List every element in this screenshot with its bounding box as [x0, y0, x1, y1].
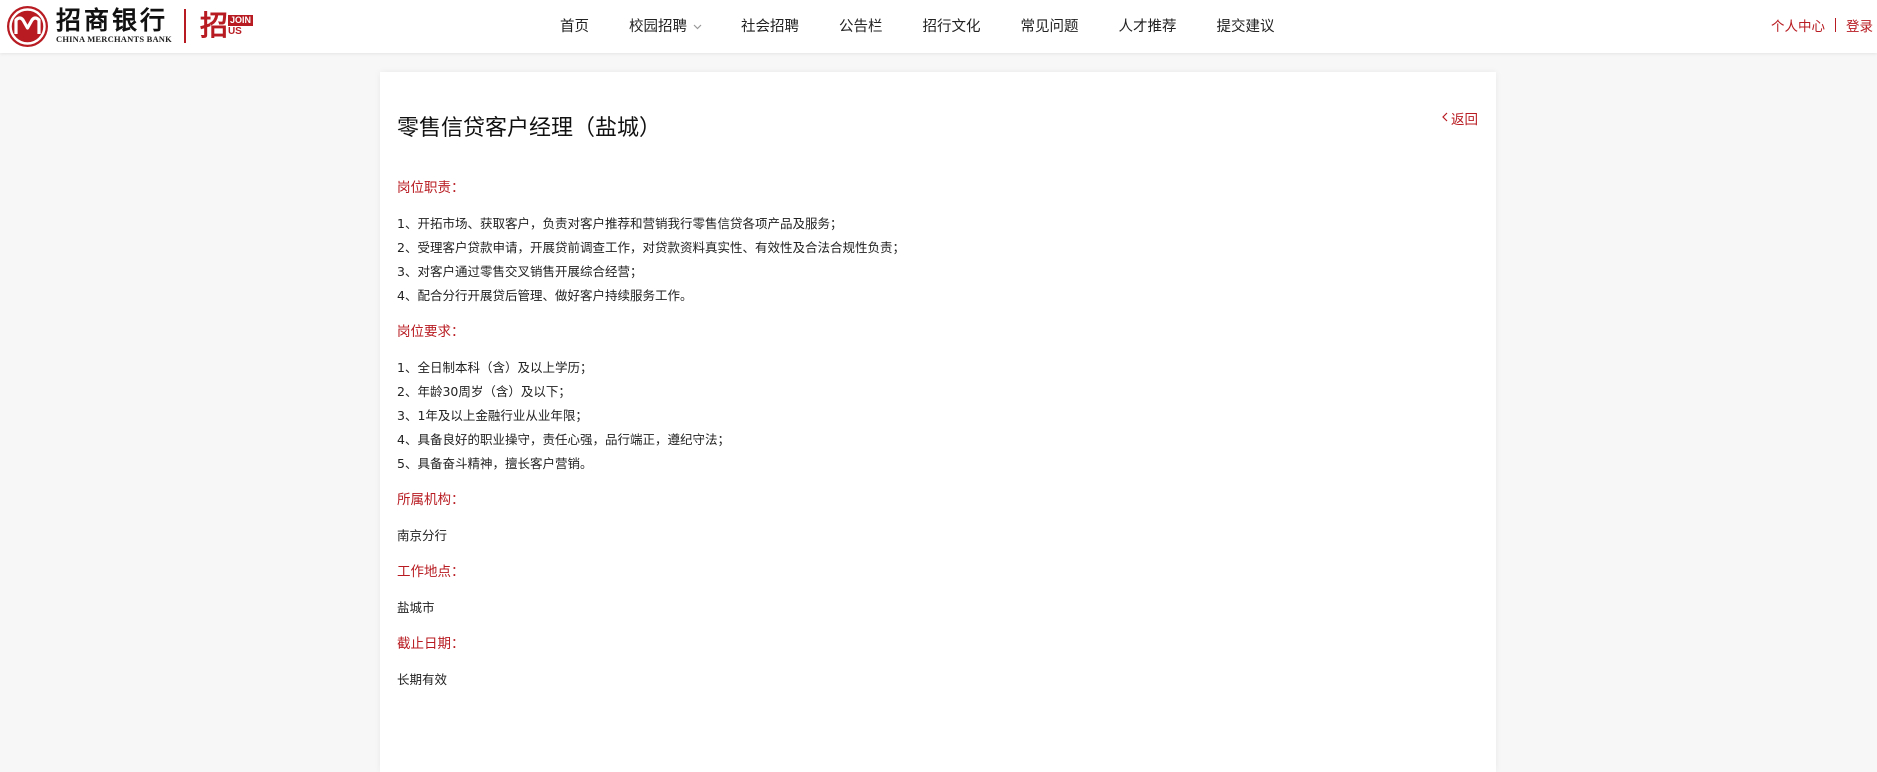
section-line: 南京分行 [397, 528, 448, 543]
logo-chinese-name: 招商银行 [56, 6, 169, 35]
user-links-divider [1835, 18, 1836, 32]
section-line: 3、1年及以上金融行业从业年限； [397, 408, 588, 423]
nav-item-home[interactable]: 首页 [560, 15, 589, 36]
nav-item-social-recruitment[interactable]: 社会招聘 [741, 15, 799, 36]
section-requirements: 岗位要求： 1、全日制本科（含）及以上学历； 2、年龄30周岁（含）及以下； 3… [397, 320, 1457, 476]
chevron-down-icon [693, 18, 702, 34]
nav-item-label: 社会招聘 [741, 18, 799, 35]
join-us-logo: 招 JOIN US [200, 11, 253, 41]
nav-item-label: 人才推荐 [1118, 18, 1177, 35]
user-center-link[interactable]: 个人中心 [1771, 15, 1825, 35]
section-line: 3、对客户通过零售交叉销售开展综合经营； [397, 264, 643, 279]
nav-item-label: 提交建议 [1216, 18, 1275, 35]
site-header: 招商银行 CHINA MERCHANTS BANK 招 JOIN US 首页 校… [0, 0, 1877, 53]
section-line: 长期有效 [397, 672, 448, 687]
back-button[interactable]: 返回 [1442, 108, 1478, 128]
nav-item-label: 首页 [560, 18, 589, 35]
section-line: 盐城市 [397, 600, 435, 615]
back-label: 返回 [1451, 112, 1478, 128]
section-heading: 截止日期： [397, 636, 465, 652]
join-logo-us: US [227, 26, 242, 37]
section-line: 1、全日制本科（含）及以上学历； [397, 360, 593, 375]
nav-item-referral[interactable]: 人才推荐 [1119, 15, 1177, 36]
section-line: 2、年龄30周岁（含）及以下； [397, 384, 571, 399]
section-work-location: 工作地点： 盐城市 [397, 560, 1457, 620]
section-organization: 所属机构： 南京分行 [397, 488, 1457, 548]
nav-item-label: 常见问题 [1020, 18, 1079, 35]
section-heading: 岗位要求： [397, 324, 465, 340]
job-title: 零售信贷客户经理（盐城） [397, 116, 662, 141]
join-logo-box: JOIN US [227, 15, 253, 37]
nav-item-label: 公告栏 [839, 18, 883, 35]
job-body: 岗位职责： 1、开拓市场、获取客户，负责对客户推荐和营销我行零售信贷各项产品及服… [397, 176, 1457, 704]
logo-text: 招商银行 CHINA MERCHANTS BANK [56, 7, 172, 45]
section-line: 5、具备奋斗精神，擅长客户营销。 [397, 456, 593, 471]
nav-item-culture[interactable]: 招行文化 [923, 15, 981, 36]
nav-item-label: 校园招聘 [629, 18, 687, 35]
chevron-left-icon [1442, 110, 1448, 126]
section-heading: 所属机构： [397, 492, 465, 508]
job-detail-card: 返回 零售信贷客户经理（盐城） 岗位职责： 1、开拓市场、获取客户，负责对客户推… [380, 72, 1496, 772]
section-line: 4、具备良好的职业操守，责任心强，品行端正，遵纪守法； [397, 432, 730, 447]
section-line: 4、配合分行开展贷后管理、做好客户持续服务工作。 [397, 288, 693, 303]
nav-item-suggestion[interactable]: 提交建议 [1217, 15, 1275, 36]
section-line: 2、受理客户贷款申请，开展贷前调查工作，对贷款资料真实性、有效性及合法合规性负责… [397, 240, 905, 255]
user-links: 个人中心 登录 [1771, 15, 1873, 35]
cmb-logo-icon [7, 5, 48, 47]
nav-item-campus-recruitment[interactable]: 校园招聘 [629, 15, 702, 36]
section-heading: 工作地点： [397, 564, 465, 580]
nav-item-faq[interactable]: 常见问题 [1021, 15, 1079, 36]
join-logo-character: 招 [199, 9, 228, 42]
section-responsibilities: 岗位职责： 1、开拓市场、获取客户，负责对客户推荐和营销我行零售信贷各项产品及服… [397, 176, 1457, 308]
section-deadline: 截止日期： 长期有效 [397, 632, 1457, 692]
nav-item-label: 招行文化 [922, 18, 981, 35]
logo-english-name: CHINA MERCHANTS BANK [56, 34, 172, 44]
login-link[interactable]: 登录 [1846, 15, 1873, 35]
main-nav: 首页 校园招聘 社会招聘 公告栏 招行文化 常见问题 人才推荐 提交建议 [560, 0, 1315, 50]
section-heading: 岗位职责： [397, 180, 465, 196]
nav-item-bulletin[interactable]: 公告栏 [839, 15, 883, 36]
cmb-logo[interactable]: 招商银行 CHINA MERCHANTS BANK 招 JOIN US [7, 5, 253, 47]
logo-divider [183, 9, 186, 43]
join-logo-join: JOIN [227, 15, 253, 26]
section-line: 1、开拓市场、获取客户，负责对客户推荐和营销我行零售信贷各项产品及服务； [397, 216, 843, 231]
